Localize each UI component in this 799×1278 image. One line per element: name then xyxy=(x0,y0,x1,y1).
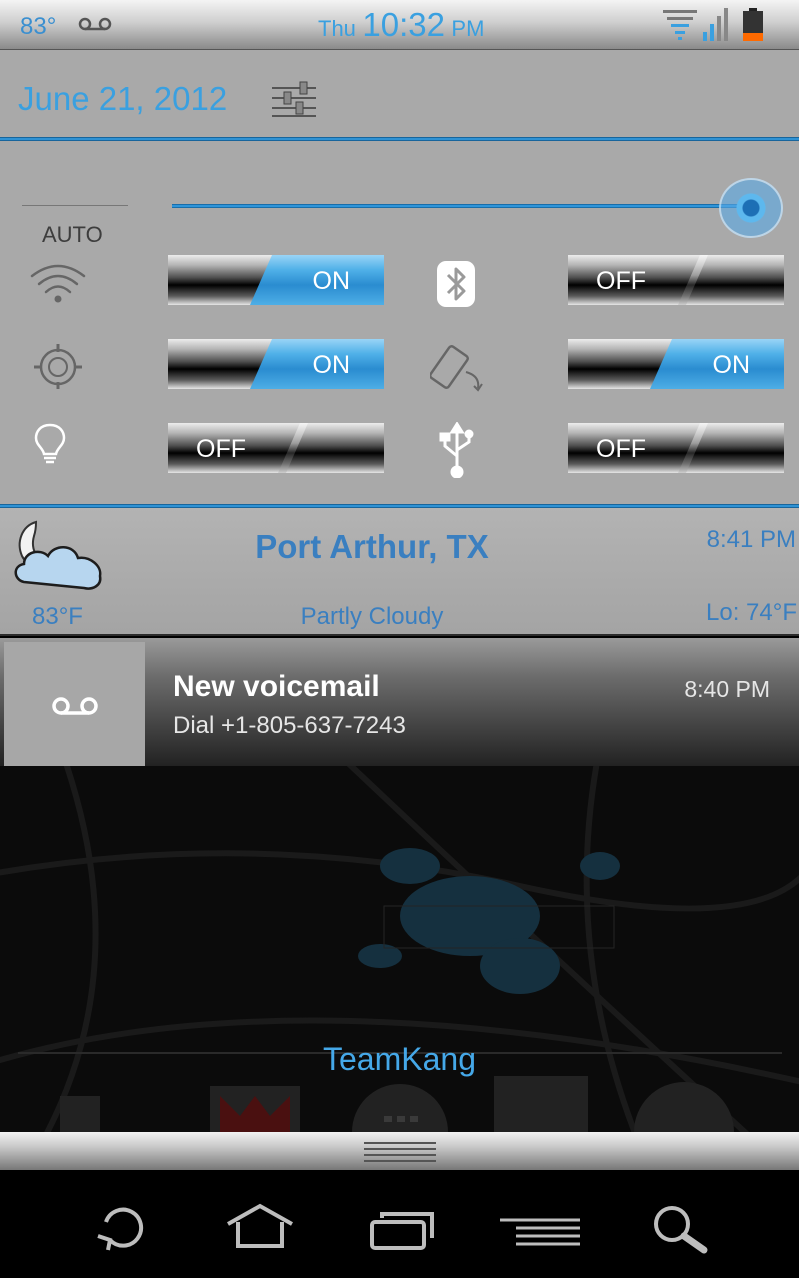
status-bar: 83° Thu 10:32 PM xyxy=(0,0,799,50)
home-wallpaper: TeamKang xyxy=(0,766,799,1132)
carrier-label: TeamKang xyxy=(323,1041,476,1077)
toggle-shine xyxy=(278,423,308,473)
quick-toggles-panel: AUTO ON OFF ON ON OFF OFF xyxy=(0,142,799,508)
signal-icon xyxy=(703,8,728,41)
bluetooth-toggle[interactable]: OFF xyxy=(568,255,784,305)
wifi-icon xyxy=(30,264,86,303)
recent-apps-icon[interactable] xyxy=(362,1196,442,1256)
bluetooth-icon xyxy=(437,261,475,307)
toggle-label: ON xyxy=(712,351,751,379)
toggle-shine xyxy=(678,423,708,473)
notification-icon-box xyxy=(4,642,145,766)
notification-drag-handle[interactable] xyxy=(0,1132,799,1170)
gps-icon xyxy=(34,344,82,389)
brightness-slider-handle[interactable] xyxy=(719,178,783,238)
status-clock: Thu 10:32 PM xyxy=(318,6,484,44)
toggle-label: ON xyxy=(312,267,351,295)
toggle-shine xyxy=(678,255,708,305)
toggle-label: ON xyxy=(312,351,351,379)
usb-tether-icon xyxy=(439,422,474,478)
weather-updated-time: 8:41 PM xyxy=(706,526,796,553)
usb-tether-toggle[interactable]: OFF xyxy=(568,423,784,473)
battery-icon xyxy=(743,8,763,41)
weather-city: Port Arthur, TX xyxy=(255,528,489,565)
wifi-icon xyxy=(663,10,697,40)
toggle-label: OFF xyxy=(596,435,646,463)
clock-day: Thu xyxy=(318,16,356,41)
home-icon[interactable] xyxy=(220,1196,300,1256)
navigation-bar xyxy=(0,1170,799,1278)
wifi-toggle[interactable]: ON xyxy=(168,255,384,305)
gps-toggle[interactable]: ON xyxy=(168,339,384,389)
drag-grip-icon xyxy=(364,1142,436,1162)
menu-icon[interactable] xyxy=(500,1196,580,1256)
toggle-label: OFF xyxy=(596,267,646,295)
notification-time: 8:40 PM xyxy=(684,676,770,702)
auto-separator xyxy=(22,205,128,206)
auto-rotate-icon xyxy=(430,345,483,392)
weather-low: Lo: 74°F xyxy=(706,599,797,626)
clock-time: 10:32 xyxy=(362,6,445,43)
status-temperature: 83° xyxy=(20,13,57,40)
voicemail-icon xyxy=(78,17,112,31)
weather-condition: Partly Cloudy xyxy=(300,603,444,630)
notification-title: New voicemail xyxy=(173,670,380,703)
date-label: June 21, 2012 xyxy=(18,80,228,117)
auto-rotate-toggle[interactable]: ON xyxy=(568,339,784,389)
flashlight-icon xyxy=(34,423,66,464)
auto-brightness-button[interactable]: AUTO xyxy=(42,222,103,248)
search-icon[interactable] xyxy=(642,1196,722,1256)
status-icons xyxy=(663,8,763,41)
settings-sliders-icon[interactable] xyxy=(270,80,318,118)
flashlight-toggle[interactable]: OFF xyxy=(168,423,384,473)
notification-subtitle: Dial +1-805-637-7243 xyxy=(173,712,406,739)
voicemail-icon xyxy=(52,697,98,715)
header-divider xyxy=(0,137,799,141)
clock-ampm: PM xyxy=(451,16,485,41)
weather-widget[interactable]: Port Arthur, TX 8:41 PM 83°F Partly Clou… xyxy=(0,508,799,636)
voicemail-notification[interactable]: New voicemail Dial +1-805-637-7243 8:40 … xyxy=(0,638,799,766)
toggle-label: OFF xyxy=(196,435,246,463)
back-icon[interactable] xyxy=(80,1196,160,1256)
brightness-slider[interactable] xyxy=(172,204,754,208)
notification-header: June 21, 2012 xyxy=(0,50,799,142)
